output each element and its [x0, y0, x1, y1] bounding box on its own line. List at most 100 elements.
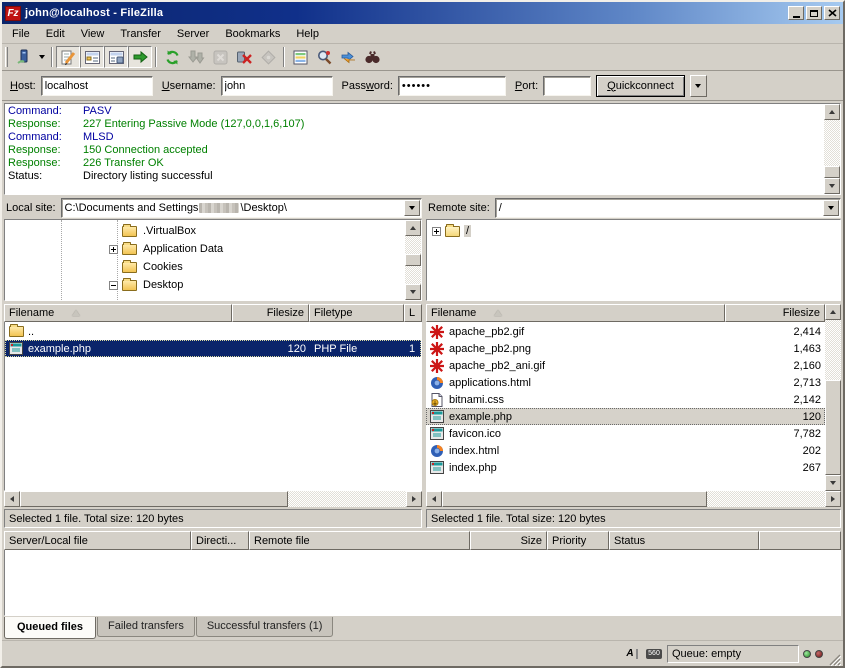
- scroll-up-button[interactable]: [824, 104, 840, 120]
- scroll-right-button[interactable]: [825, 491, 841, 507]
- quickconnect-dropdown-button[interactable]: [690, 75, 707, 97]
- titlebar[interactable]: Fz john@localhost - FileZilla: [2, 2, 843, 24]
- tab-successful-transfers[interactable]: Successful transfers (1): [196, 617, 334, 637]
- synchronized-browsing-button[interactable]: [336, 46, 360, 68]
- tree-item-virtualbox[interactable]: .VirtualBox: [5, 222, 405, 240]
- menu-item-edit[interactable]: Edit: [38, 26, 73, 42]
- toggle-transfer-queue-button[interactable]: [128, 46, 152, 68]
- message-log-scrollbar[interactable]: [824, 104, 840, 194]
- remote-path-combo[interactable]: /: [495, 198, 841, 218]
- tree-item-desktop[interactable]: Desktop: [5, 276, 405, 294]
- port-input[interactable]: [543, 76, 591, 96]
- menu-item-bookmarks[interactable]: Bookmarks: [217, 26, 288, 42]
- scrollbar-thumb[interactable]: [442, 491, 707, 507]
- disconnect-button[interactable]: [232, 46, 256, 68]
- file-row[interactable]: applications.html 2,713: [426, 374, 825, 391]
- toggle-message-log-button[interactable]: [56, 46, 80, 68]
- scroll-down-button[interactable]: [824, 178, 840, 194]
- local-list-hscrollbar[interactable]: [4, 491, 422, 507]
- tab-failed-transfers[interactable]: Failed transfers: [97, 617, 195, 637]
- local-list-header: Filename Filesize Filetype L: [4, 304, 422, 322]
- remote-list-scrollbar[interactable]: [825, 304, 841, 491]
- expander-plus-icon[interactable]: [432, 227, 441, 236]
- folder-icon: [122, 244, 137, 255]
- menu-item-file[interactable]: File: [4, 26, 38, 42]
- resize-grip[interactable]: [827, 652, 841, 666]
- toggle-local-treeview-button[interactable]: [80, 46, 104, 68]
- column-header-remote-file[interactable]: Remote file: [249, 531, 470, 550]
- file-row[interactable]: apache_pb2_ani.gif 2,160: [426, 357, 825, 374]
- host-input[interactable]: [41, 76, 153, 96]
- file-row[interactable]: favicon.ico 7,782: [426, 425, 825, 442]
- username-input[interactable]: [221, 76, 333, 96]
- toolbar-grip[interactable]: [5, 47, 8, 67]
- remote-path-dropdown-button[interactable]: [823, 200, 839, 216]
- scroll-up-button[interactable]: [825, 304, 841, 320]
- column-header-filesize[interactable]: Filesize: [725, 304, 825, 322]
- tab-queued-files[interactable]: Queued files: [4, 617, 96, 639]
- local-tree-scrollbar[interactable]: [405, 220, 421, 300]
- password-input[interactable]: [398, 76, 506, 96]
- local-path-dropdown-button[interactable]: [404, 200, 420, 216]
- menu-item-transfer[interactable]: Transfer: [112, 26, 169, 42]
- find-files-button[interactable]: [360, 46, 384, 68]
- minimize-button[interactable]: [788, 6, 804, 20]
- local-path-combo[interactable]: C:\Documents and Settings\Desktop\: [61, 198, 422, 218]
- column-header-filesize[interactable]: Filesize: [232, 304, 309, 322]
- tree-item-cookies[interactable]: Cookies: [5, 258, 405, 276]
- file-row[interactable]: index.html 202: [426, 442, 825, 459]
- process-queue-button[interactable]: [184, 46, 208, 68]
- scrollbar-thumb[interactable]: [824, 166, 840, 178]
- maximize-button[interactable]: [806, 6, 822, 20]
- directory-comparison-button[interactable]: [312, 46, 336, 68]
- scrollbar-thumb[interactable]: [405, 254, 421, 266]
- close-button[interactable]: [824, 6, 840, 20]
- column-header-priority[interactable]: Priority: [547, 531, 609, 550]
- scroll-down-button[interactable]: [825, 475, 841, 491]
- column-header-filename[interactable]: Filename: [426, 304, 725, 322]
- scroll-left-button[interactable]: [426, 491, 442, 507]
- column-header-server-local-file[interactable]: Server/Local file: [4, 531, 191, 550]
- chevron-down-icon: [695, 84, 701, 88]
- column-header-size[interactable]: Size: [470, 531, 547, 550]
- column-header-filetype[interactable]: Filetype: [309, 304, 404, 322]
- scroll-up-button[interactable]: [405, 220, 421, 236]
- tree-item-application-data[interactable]: Application Data: [5, 240, 405, 258]
- queue-list[interactable]: [4, 550, 841, 616]
- scrollbar-thumb[interactable]: [20, 491, 288, 507]
- site-manager-button[interactable]: [11, 46, 35, 68]
- window-title: john@localhost - FileZilla: [25, 7, 788, 19]
- file-row[interactable]: bitnami.css 2,142: [426, 391, 825, 408]
- file-row[interactable]: index.php 267: [426, 459, 825, 476]
- reconnect-button[interactable]: [256, 46, 280, 68]
- column-header-filename[interactable]: Filename: [4, 304, 232, 322]
- file-row[interactable]: apache_pb2.png 1,463: [426, 340, 825, 357]
- quickconnect-button[interactable]: Quickconnect: [596, 75, 685, 97]
- file-row-example-php[interactable]: example.php 120 PHP File 1: [5, 340, 421, 357]
- scroll-right-button[interactable]: [406, 491, 422, 507]
- scrollbar-thumb[interactable]: [825, 380, 841, 475]
- tree-item-root[interactable]: /: [427, 222, 840, 240]
- data-type-indicator-icon[interactable]: A: [623, 646, 641, 662]
- remote-list-hscrollbar[interactable]: [426, 491, 841, 507]
- expander-minus-icon[interactable]: [109, 281, 118, 290]
- scroll-left-button[interactable]: [4, 491, 20, 507]
- menu-item-view[interactable]: View: [73, 26, 113, 42]
- apache-image-icon: [430, 325, 446, 339]
- cancel-button[interactable]: [208, 46, 232, 68]
- refresh-button[interactable]: [160, 46, 184, 68]
- menu-item-help[interactable]: Help: [288, 26, 327, 42]
- file-row[interactable]: apache_pb2.gif 2,414: [426, 323, 825, 340]
- column-header-direction[interactable]: Directi...: [191, 531, 249, 550]
- site-manager-dropdown-button[interactable]: [35, 46, 48, 68]
- column-header-lastmodified[interactable]: L: [404, 304, 422, 322]
- expander-plus-icon[interactable]: [109, 245, 118, 254]
- menu-item-server[interactable]: Server: [169, 26, 217, 42]
- file-row-example-php[interactable]: example.php 120: [426, 408, 825, 425]
- scroll-down-button[interactable]: [405, 284, 421, 300]
- toggle-remote-treeview-button[interactable]: [104, 46, 128, 68]
- filename-filters-button[interactable]: [288, 46, 312, 68]
- column-header-status[interactable]: Status: [609, 531, 759, 550]
- speed-limits-icon[interactable]: 560: [645, 646, 663, 662]
- file-row-parent-dir[interactable]: ..: [5, 323, 421, 340]
